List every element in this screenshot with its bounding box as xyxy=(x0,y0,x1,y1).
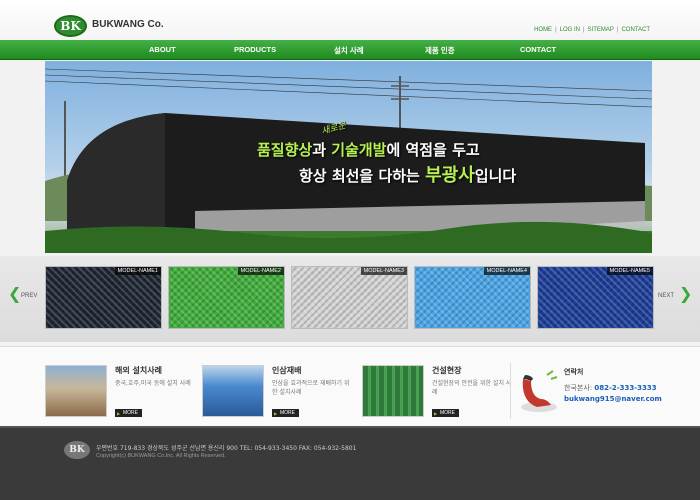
info-card-title[interactable]: 건설현장 xyxy=(432,365,461,376)
footer-address: 우편번호 719-833 경상북도 성주군 선남면 용신리 900 TEL: 0… xyxy=(96,445,357,452)
contact-title: 연락처 xyxy=(564,368,584,376)
util-home-link[interactable]: HOME xyxy=(534,27,552,33)
product-caption: MODEL-NAME2 xyxy=(237,267,284,275)
info-card-desc: 인삼을 효과적으로 재배하기 위한 설치사례 xyxy=(272,380,350,396)
nav-item-installations[interactable]: 설치 사례 xyxy=(334,45,364,56)
nav-item-certification[interactable]: 제품 인증 xyxy=(425,45,455,56)
product-card[interactable]: MODEL-NAME3 xyxy=(291,266,408,329)
product-card[interactable]: MODEL-NAME4 xyxy=(414,266,531,329)
overseas-thumbnail[interactable] xyxy=(45,365,107,417)
contact-email[interactable]: bukwang915@naver.com xyxy=(564,395,662,403)
product-card[interactable]: MODEL-NAME2 xyxy=(168,266,285,329)
product-caption: MODEL-NAME4 xyxy=(483,267,530,275)
product-caption: MODEL-NAME1 xyxy=(114,267,161,275)
info-section: 해외 설치사례 중국,호주,미국 등에 설치 사례 MORE 인삼재배 인삼을 … xyxy=(0,346,700,426)
info-card-title[interactable]: 인삼재배 xyxy=(272,365,301,376)
util-login-link[interactable]: LOG IN xyxy=(560,27,580,33)
site-header: BK BUKWANG Co. HOME | LOG IN | SITEMAP |… xyxy=(0,0,700,40)
prev-button[interactable]: PREV xyxy=(21,293,37,299)
info-card-title[interactable]: 해외 설치사례 xyxy=(115,365,162,376)
chevron-left-icon[interactable]: ❮ xyxy=(8,284,21,303)
utility-links: HOME | LOG IN | SITEMAP | CONTACT xyxy=(534,27,650,33)
divider: | xyxy=(616,27,619,33)
util-sitemap-link[interactable]: SITEMAP xyxy=(588,27,614,33)
contact-box: 연락처 한국본사: 082-2-333-3333 bukwang915@nave… xyxy=(510,363,670,419)
hero-company-name: 부광사 xyxy=(425,165,475,186)
nav-item-products[interactable]: PRODUCTS xyxy=(234,45,276,54)
hero-headline-2: 항상 최선을 다하는 부광사입니다 xyxy=(299,161,516,187)
nav-item-contact[interactable]: CONTACT xyxy=(520,45,556,54)
next-button[interactable]: NEXT xyxy=(658,293,674,299)
more-button[interactable]: MORE xyxy=(272,409,299,417)
more-button[interactable]: MORE xyxy=(115,409,142,417)
info-card-desc: 중국,호주,미국 등에 설치 사례 xyxy=(115,380,191,387)
hero-headline-1: 품질향상과 기술개발에 역점을 두고 xyxy=(257,139,480,160)
hero-banner: 새로운 품질향상과 기술개발에 역점을 두고 항상 최선을 다하는 부광사입니다 xyxy=(45,61,652,253)
product-card[interactable]: MODEL-NAME5 xyxy=(537,266,654,329)
phone-icon xyxy=(521,370,558,412)
footer-copyright: Copyright(c) BUKWANG Co.Inc. All Rights … xyxy=(96,453,226,459)
main-nav: ABOUT PRODUCTS 설치 사례 제품 인증 CONTACT xyxy=(0,40,700,60)
divider: | xyxy=(555,27,557,33)
more-button[interactable]: MORE xyxy=(432,409,459,417)
phone-label: 한국본사: xyxy=(564,384,595,392)
product-caption: MODEL-NAME3 xyxy=(360,267,407,275)
hero-text: 과 xyxy=(312,141,332,159)
logo-text[interactable]: BUKWANG Co. xyxy=(92,19,164,30)
hero-text: 입니다 xyxy=(474,167,517,185)
hero-text: 항상 최선을 다하는 xyxy=(299,167,426,185)
logo-badge[interactable]: BK xyxy=(54,15,87,37)
product-card[interactable]: MODEL-NAME1 xyxy=(45,266,162,329)
divider: | xyxy=(582,27,585,33)
ginseng-thumbnail[interactable] xyxy=(202,365,264,417)
hero-text: 품질향상 xyxy=(257,141,313,159)
phone-number[interactable]: 082-2-333-3333 xyxy=(594,384,656,392)
footer-logo: BK xyxy=(64,441,90,459)
construction-thumbnail[interactable] xyxy=(362,365,424,417)
hero-text: 기술개발 xyxy=(331,141,387,159)
nav-item-about[interactable]: ABOUT xyxy=(149,45,176,54)
chevron-right-icon[interactable]: ❯ xyxy=(679,284,692,303)
hero-text: 에 역점을 두고 xyxy=(386,141,480,159)
product-carousel: ❮ PREV MODEL-NAME1 MODEL-NAME2 MODEL-NAM… xyxy=(0,256,700,342)
contact-phone: 한국본사: 082-2-333-3333 xyxy=(564,383,657,393)
site-footer: BK 우편번호 719-833 경상북도 성주군 선남면 용신리 900 TEL… xyxy=(0,426,700,500)
util-contact-link[interactable]: CONTACT xyxy=(621,27,650,33)
info-card-desc: 건설현장의 안전을 위한 설치 사례 xyxy=(432,380,512,396)
product-caption: MODEL-NAME5 xyxy=(606,267,653,275)
